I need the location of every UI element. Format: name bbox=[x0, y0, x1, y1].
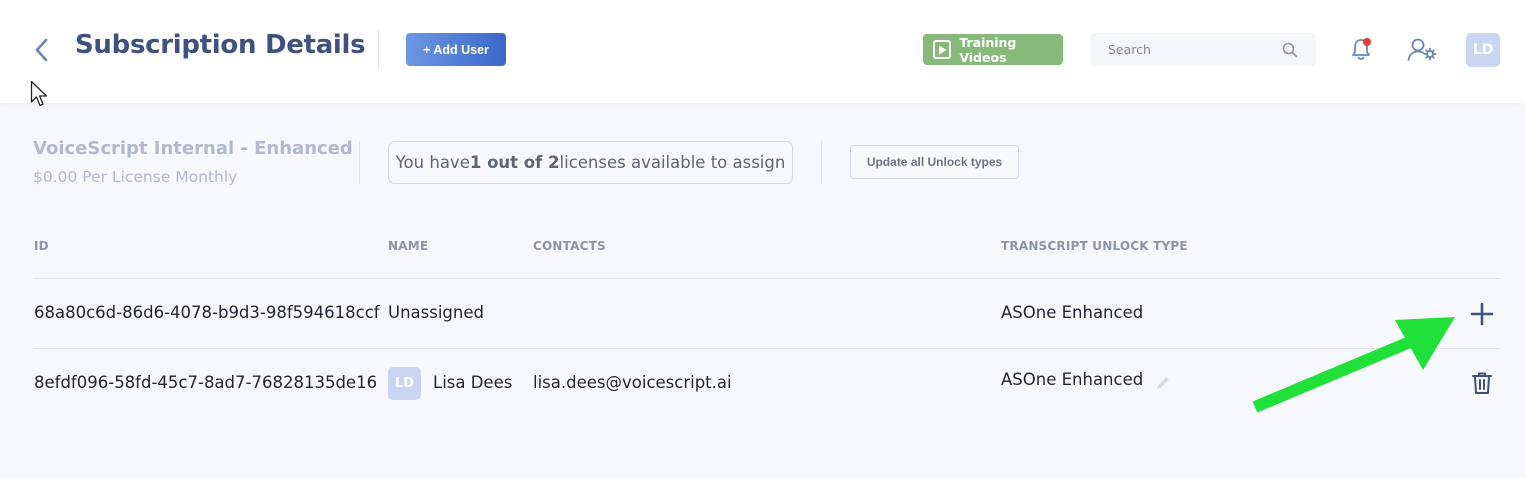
user-avatar[interactable]: LD bbox=[1466, 33, 1500, 67]
row-name: Lisa Dees bbox=[433, 373, 513, 392]
chevron-left-icon bbox=[35, 38, 48, 62]
pencil-icon bbox=[1157, 377, 1169, 389]
license-suffix: licenses available to assign bbox=[559, 153, 786, 172]
back-button[interactable] bbox=[30, 36, 52, 64]
table-divider bbox=[33, 278, 1500, 279]
summary-divider-2 bbox=[821, 141, 822, 184]
update-unlock-types-button[interactable]: Update all Unlock types bbox=[850, 145, 1019, 179]
assign-user-button[interactable] bbox=[1468, 300, 1496, 328]
row-unlock-type: ASOne Enhanced bbox=[1001, 303, 1144, 322]
training-videos-label: Training Videos bbox=[959, 34, 1017, 65]
column-header-name: NAME bbox=[388, 239, 429, 253]
header-divider bbox=[378, 30, 379, 69]
row-id: 68a80c6d-86d6-4078-b9d3-98f594618ccf bbox=[34, 303, 380, 322]
app-header: Subscription Details + Add User Training… bbox=[0, 0, 1525, 103]
play-icon bbox=[933, 40, 952, 59]
add-user-button[interactable]: + Add User bbox=[406, 33, 506, 66]
license-count: 1 out of 2 bbox=[469, 153, 560, 172]
row-unlock-type: ASOne Enhanced bbox=[1001, 370, 1144, 389]
annotation-arrow-icon bbox=[1252, 317, 1455, 413]
license-availability: You have 1 out of 2 licenses available t… bbox=[388, 141, 793, 184]
column-header-contacts: CONTACTS bbox=[533, 239, 606, 253]
training-videos-button[interactable]: Training Videos bbox=[923, 34, 1063, 65]
search-icon[interactable] bbox=[1282, 42, 1298, 58]
edit-unlock-type-button[interactable] bbox=[1154, 374, 1172, 392]
row-contact-email: lisa.dees@voicescript.ai bbox=[533, 373, 732, 392]
user-settings-button[interactable] bbox=[1406, 36, 1438, 64]
license-prefix: You have bbox=[395, 153, 470, 172]
notifications-button[interactable] bbox=[1348, 36, 1374, 62]
column-header-unlock-type: TRANSCRIPT UNLOCK TYPE bbox=[1001, 239, 1188, 253]
delete-user-button[interactable] bbox=[1469, 370, 1495, 396]
trash-icon bbox=[1472, 372, 1492, 394]
summary-divider bbox=[359, 141, 360, 184]
mouse-cursor-icon bbox=[30, 80, 48, 107]
bell-icon bbox=[1352, 38, 1371, 60]
search-box bbox=[1090, 33, 1316, 66]
plan-price: $0.00 Per License Monthly bbox=[33, 168, 238, 186]
plan-name: VoiceScript Internal - Enhanced bbox=[33, 138, 353, 159]
search-input[interactable] bbox=[1108, 42, 1278, 57]
row-avatar: LD bbox=[388, 367, 421, 400]
user-gear-icon bbox=[1407, 38, 1437, 61]
row-name: Unassigned bbox=[388, 303, 484, 322]
plus-icon bbox=[1470, 302, 1494, 326]
page-title: Subscription Details bbox=[75, 30, 366, 60]
column-header-id: ID bbox=[34, 239, 49, 253]
row-id: 8efdf096-58fd-45c7-8ad7-76828135de16 bbox=[34, 373, 378, 392]
